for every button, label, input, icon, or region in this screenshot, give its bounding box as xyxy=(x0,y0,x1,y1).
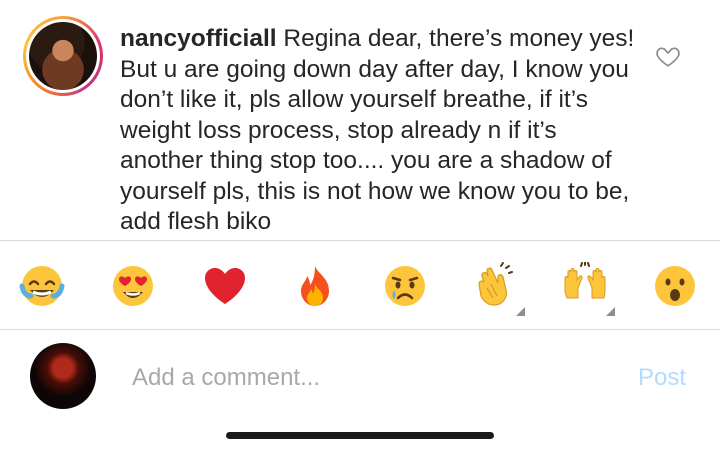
comment-screen: nancyofficiall Regina dear, there’s mone… xyxy=(0,0,720,449)
red-heart-emoji[interactable] xyxy=(200,261,250,311)
comment-text: Regina dear, there’s money yes! But u ar… xyxy=(120,25,635,235)
fire-emoji[interactable] xyxy=(290,261,340,311)
surprised-face-emoji[interactable] xyxy=(650,261,700,311)
skin-tone-indicator xyxy=(606,307,615,316)
like-heart-icon[interactable] xyxy=(655,43,681,69)
crying-face-emoji[interactable] xyxy=(380,261,430,311)
emoji-quick-reactions xyxy=(0,241,720,329)
clapping-hands-emoji[interactable] xyxy=(470,261,525,316)
home-indicator[interactable] xyxy=(226,432,494,439)
comment-item: nancyofficiall Regina dear, there’s mone… xyxy=(0,0,720,240)
add-comment-bar: Post xyxy=(0,330,720,430)
post-button[interactable]: Post xyxy=(638,364,686,392)
raising-hands-emoji[interactable] xyxy=(560,261,615,316)
comment-input[interactable] xyxy=(132,358,612,398)
comment-username[interactable]: nancyofficiall xyxy=(120,25,277,52)
comment-body: nancyofficiall Regina dear, there’s mone… xyxy=(120,24,640,238)
skin-tone-indicator xyxy=(516,307,525,316)
tears-of-joy-emoji[interactable] xyxy=(17,261,67,311)
current-user-avatar xyxy=(30,343,96,409)
heart-eyes-emoji[interactable] xyxy=(108,261,158,311)
commenter-avatar[interactable] xyxy=(23,16,103,96)
commenter-avatar-photo xyxy=(29,22,97,90)
